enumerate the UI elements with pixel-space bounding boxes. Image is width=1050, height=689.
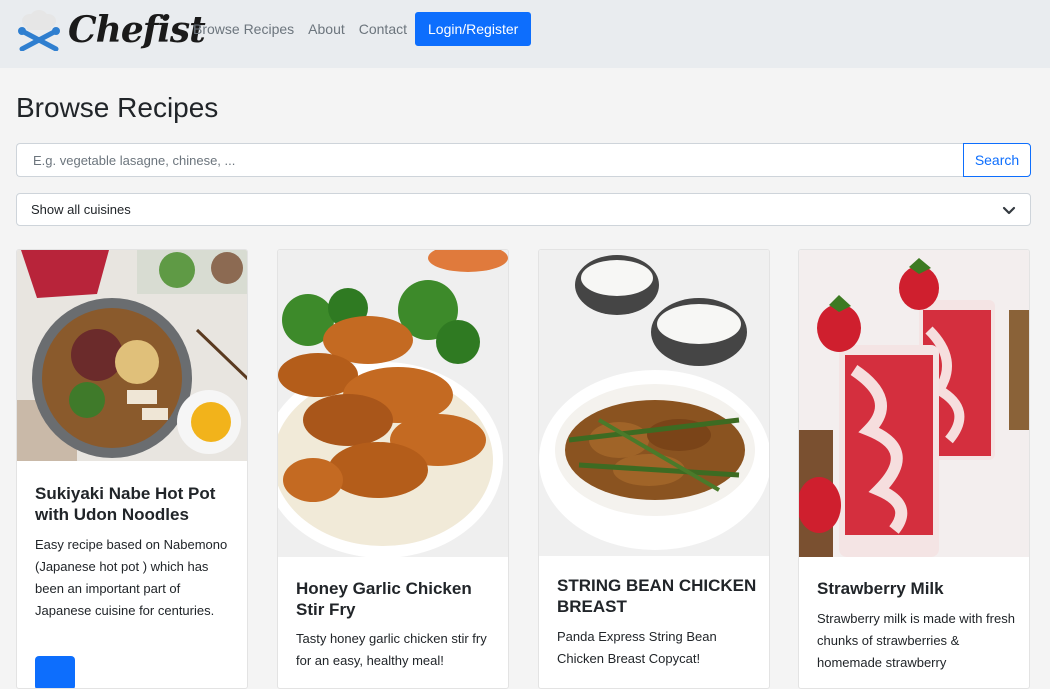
chef-hat-logo-icon [18, 10, 60, 51]
recipe-card[interactable]: Honey Garlic Chicken Stir Fry Tasty hone… [277, 249, 509, 689]
nav-links: Browse Recipes About Contact Login/Regis… [193, 12, 532, 46]
recipe-title[interactable]: STRING BEAN CHICKEN BREAST [557, 575, 757, 617]
recipe-image [799, 250, 1029, 557]
page-title: Browse Recipes [16, 92, 219, 123]
brand[interactable]: Chefist [16, 8, 206, 52]
cuisine-select-value: Show all cuisines [31, 202, 131, 217]
recipe-title[interactable]: Sukiyaki Nabe Hot Pot with Udon Noodles [35, 483, 235, 525]
login-register-button[interactable]: Login/Register [415, 12, 532, 46]
navbar: Chefist Browse Recipes About Contact Log… [0, 0, 1050, 68]
brand-name: Chefist [68, 9, 206, 51]
search-bar: Search [16, 143, 1031, 177]
search-button[interactable]: Search [963, 143, 1031, 177]
recipe-card[interactable]: Strawberry Milk Strawberry milk is made … [798, 249, 1030, 689]
nav-link-browse-recipes[interactable]: Browse Recipes [193, 12, 294, 46]
recipe-view-button[interactable] [35, 656, 75, 688]
recipe-description: Panda Express String Bean Chicken Breast… [557, 629, 717, 666]
recipe-image [278, 250, 508, 557]
recipe-title[interactable]: Honey Garlic Chicken Stir Fry [296, 578, 496, 620]
recipe-card[interactable]: STRING BEAN CHICKEN BREAST Panda Express… [538, 249, 770, 689]
nav-link-contact[interactable]: Contact [359, 12, 407, 46]
recipe-description: Tasty honey garlic chicken stir fry for … [296, 631, 487, 668]
chevron-down-icon [1002, 206, 1016, 214]
recipe-image [539, 250, 769, 556]
recipe-title[interactable]: Strawberry Milk [817, 578, 1017, 599]
cuisine-select[interactable]: Show all cuisines [16, 193, 1031, 226]
recipe-description: Strawberry milk is made with fresh chunk… [817, 611, 1015, 670]
recipe-card[interactable]: Sukiyaki Nabe Hot Pot with Udon Noodles … [16, 249, 248, 689]
recipe-description: Easy recipe based on Nabemono (Japanese … [35, 537, 228, 618]
nav-link-about[interactable]: About [308, 12, 345, 46]
search-input[interactable] [16, 143, 963, 177]
recipe-image [17, 250, 247, 461]
